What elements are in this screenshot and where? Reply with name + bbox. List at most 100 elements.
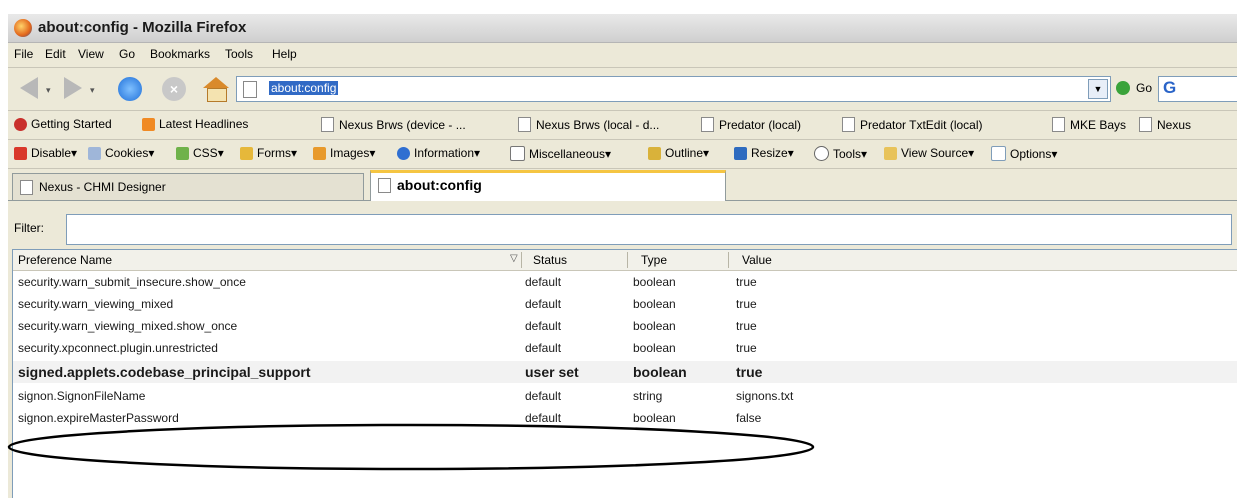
bookmark-label: Nexus	[1157, 118, 1192, 132]
forward-dropdown-icon[interactable]: ▾	[90, 85, 95, 96]
bookmark-predator-local[interactable]: Predator (local)	[701, 117, 801, 132]
images-icon	[313, 147, 326, 160]
column-divider[interactable]	[627, 252, 628, 268]
table-row[interactable]: security.xpconnect.plugin.unrestricted d…	[13, 337, 1237, 359]
devtool-options[interactable]: Options▾	[991, 146, 1057, 161]
web-developer-toolbar: Disable▾ Cookies▾ CSS▾ Forms▾ Images▾ In…	[8, 140, 1237, 169]
devtool-miscellaneous[interactable]: Miscellaneous▾	[510, 146, 611, 161]
devtool-forms[interactable]: Forms▾	[240, 146, 297, 160]
devtool-label: Cookies	[105, 146, 149, 160]
back-dropdown-icon[interactable]: ▾	[46, 85, 51, 96]
devtool-disable[interactable]: Disable▾	[14, 146, 77, 160]
window-title: about:config - Mozilla Firefox	[38, 19, 247, 36]
pref-type: string	[633, 389, 663, 403]
devtool-label: CSS	[193, 146, 218, 160]
stop-icon[interactable]: ×	[162, 77, 186, 101]
page-icon	[1052, 117, 1065, 132]
devtool-resize[interactable]: Resize▾	[734, 146, 794, 160]
menu-help[interactable]: Help	[272, 47, 297, 61]
column-header-status[interactable]: Status	[533, 253, 567, 267]
miscellaneous-icon	[510, 146, 525, 161]
column-header-type[interactable]: Type	[641, 253, 667, 267]
column-divider[interactable]	[728, 252, 729, 268]
reload-icon[interactable]	[118, 77, 142, 101]
address-bar[interactable]: about:config ▼	[236, 76, 1111, 102]
menu-edit[interactable]: Edit	[45, 47, 66, 61]
go-button[interactable]: Go	[1136, 81, 1152, 95]
pref-value: false	[736, 411, 762, 425]
devtool-view-source[interactable]: View Source▾	[884, 146, 974, 160]
tab-nexus-chmi-designer[interactable]: Nexus - CHMI Designer	[12, 173, 364, 200]
bookmark-predator-txtedit[interactable]: Predator TxtEdit (local)	[842, 117, 983, 132]
pref-name: signed.applets.codebase_principal_suppor…	[18, 364, 311, 380]
bookmarks-toolbar: Getting Started Latest Headlines Nexus B…	[8, 111, 1237, 140]
pref-name: security.warn_submit_insecure.show_once	[18, 275, 246, 289]
back-button[interactable]	[18, 77, 42, 101]
devtool-css[interactable]: CSS▾	[176, 146, 224, 160]
bookmark-nexus-brws-local[interactable]: Nexus Brws (local - d...	[518, 117, 659, 132]
clock-icon	[814, 146, 829, 161]
pref-name: security.xpconnect.plugin.unrestricted	[18, 341, 218, 355]
tab-label: about:config	[397, 177, 482, 193]
menu-bookmarks[interactable]: Bookmarks	[150, 47, 210, 61]
go-icon[interactable]	[1116, 81, 1130, 95]
page-icon	[518, 117, 531, 132]
bookmark-nexus-brws-device[interactable]: Nexus Brws (device - ...	[321, 117, 466, 132]
table-row[interactable]: signon.SignonFileName default string sig…	[13, 385, 1237, 407]
back-arrow-icon	[20, 77, 38, 99]
navigation-toolbar: ▾ ▾ × about:config ▼ Go G	[8, 68, 1237, 111]
devtool-label: Disable	[31, 146, 72, 160]
devtool-information[interactable]: Information▾	[397, 146, 480, 160]
bookmark-label: Latest Headlines	[159, 117, 249, 131]
table-row[interactable]: security.warn_viewing_mixed default bool…	[13, 293, 1237, 315]
column-header-preference-name[interactable]: Preference Name	[18, 253, 112, 267]
pref-value: signons.txt	[736, 389, 794, 403]
forward-button[interactable]	[60, 77, 84, 101]
pref-status: default	[525, 411, 562, 425]
tab-strip: Nexus - CHMI Designer about:config	[8, 169, 1237, 203]
preferences-table: Preference Name ▽ Status Type Value secu…	[12, 249, 1237, 498]
menu-view[interactable]: View	[78, 47, 104, 61]
page-icon	[321, 117, 334, 132]
bookmark-mke-bays[interactable]: MKE Bays	[1052, 117, 1126, 132]
about-config-page: Filter: Preference Name ▽ Status Type Va…	[8, 201, 1237, 498]
address-input[interactable]: about:config	[269, 81, 339, 95]
home-icon[interactable]	[203, 77, 229, 102]
search-box[interactable]: G	[1158, 76, 1237, 102]
devtool-cookies[interactable]: Cookies▾	[88, 146, 154, 160]
pref-type: boolean	[633, 297, 676, 311]
table-row[interactable]: security.warn_submit_insecure.show_once …	[13, 271, 1237, 293]
table-row[interactable]: signon.expireMasterPassword default bool…	[13, 407, 1237, 429]
page-icon	[378, 178, 391, 193]
devtool-label: Options	[1010, 147, 1052, 161]
pref-name: security.warn_viewing_mixed.show_once	[18, 319, 238, 333]
bookmark-label: Nexus Brws (device - ...	[339, 118, 466, 132]
sort-icon[interactable]: ▽	[510, 253, 518, 264]
filter-input[interactable]	[66, 214, 1232, 245]
address-dropdown-icon[interactable]: ▼	[1088, 79, 1108, 99]
bookmark-label: Getting Started	[31, 117, 112, 131]
bookmark-getting-started[interactable]: Getting Started	[14, 117, 112, 131]
pref-status: default	[525, 389, 562, 403]
devtool-images[interactable]: Images▾	[313, 146, 375, 160]
devtool-label: Forms	[257, 146, 291, 160]
devtool-outline[interactable]: Outline▾	[648, 146, 709, 160]
devtool-tools[interactable]: Tools▾	[814, 146, 867, 161]
options-icon	[991, 146, 1006, 161]
column-header-value[interactable]: Value	[742, 253, 772, 267]
table-row-user-set[interactable]: signed.applets.codebase_principal_suppor…	[13, 361, 1237, 383]
bookmark-nexus[interactable]: Nexus	[1139, 117, 1191, 132]
tab-about-config[interactable]: about:config	[370, 170, 726, 203]
menu-tools[interactable]: Tools	[225, 47, 253, 61]
forward-arrow-icon	[64, 77, 82, 99]
menu-go[interactable]: Go	[119, 47, 135, 61]
bookmark-latest-headlines[interactable]: Latest Headlines	[142, 117, 248, 131]
column-divider[interactable]	[521, 252, 522, 268]
pref-type: boolean	[633, 275, 676, 289]
pref-status: default	[525, 297, 562, 311]
menu-file[interactable]: File	[14, 47, 33, 61]
table-row[interactable]: security.warn_viewing_mixed.show_once de…	[13, 315, 1237, 337]
rss-feed-icon	[142, 118, 155, 131]
pref-type: boolean	[633, 319, 676, 333]
pref-type: boolean	[633, 364, 687, 380]
